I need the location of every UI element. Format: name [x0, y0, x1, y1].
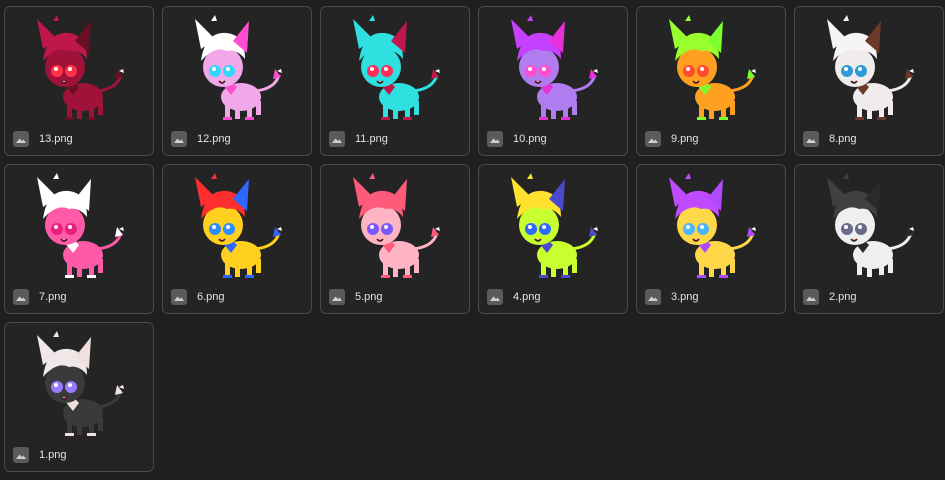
- file-footer: 11.png: [329, 131, 388, 147]
- file-footer: 12.png: [171, 131, 231, 147]
- image-file-icon: [645, 131, 661, 147]
- file-grid: 13.png 12.png 11.png 10.png 9.png 8.png …: [4, 6, 944, 472]
- file-footer: 13.png: [13, 131, 73, 147]
- file-tile[interactable]: 7.png: [4, 164, 154, 314]
- image-file-icon: [329, 289, 345, 305]
- file-footer: 10.png: [487, 131, 547, 147]
- file-tile[interactable]: 4.png: [478, 164, 628, 314]
- image-thumbnail: [13, 325, 147, 441]
- file-name: 12.png: [197, 133, 231, 145]
- image-thumbnail: [645, 167, 779, 283]
- image-thumbnail: [645, 9, 779, 125]
- file-tile[interactable]: 12.png: [162, 6, 312, 156]
- image-thumbnail: [13, 9, 147, 125]
- file-tile[interactable]: 9.png: [636, 6, 786, 156]
- image-file-icon: [171, 289, 187, 305]
- file-tile[interactable]: 11.png: [320, 6, 470, 156]
- image-file-icon: [329, 131, 345, 147]
- image-thumbnail: [171, 9, 305, 125]
- file-name: 9.png: [671, 133, 699, 145]
- file-footer: 4.png: [487, 289, 541, 305]
- image-thumbnail: [329, 9, 463, 125]
- image-file-icon: [803, 131, 819, 147]
- image-thumbnail: [13, 167, 147, 283]
- file-tile[interactable]: 10.png: [478, 6, 628, 156]
- file-footer: 9.png: [645, 131, 699, 147]
- file-name: 7.png: [39, 291, 67, 303]
- file-footer: 1.png: [13, 447, 67, 463]
- image-thumbnail: [803, 9, 937, 125]
- image-file-icon: [13, 447, 29, 463]
- image-file-icon: [13, 131, 29, 147]
- image-thumbnail: [803, 167, 937, 283]
- image-file-icon: [487, 131, 503, 147]
- file-name: 3.png: [671, 291, 699, 303]
- file-footer: 8.png: [803, 131, 857, 147]
- file-name: 10.png: [513, 133, 547, 145]
- image-file-icon: [803, 289, 819, 305]
- file-tile[interactable]: 13.png: [4, 6, 154, 156]
- file-footer: 3.png: [645, 289, 699, 305]
- file-footer: 7.png: [13, 289, 67, 305]
- file-tile[interactable]: 3.png: [636, 164, 786, 314]
- file-name: 13.png: [39, 133, 73, 145]
- file-footer: 5.png: [329, 289, 383, 305]
- file-tile[interactable]: 1.png: [4, 322, 154, 472]
- file-name: 11.png: [355, 133, 388, 145]
- image-thumbnail: [171, 167, 305, 283]
- file-footer: 2.png: [803, 289, 857, 305]
- image-file-icon: [13, 289, 29, 305]
- image-file-icon: [645, 289, 661, 305]
- file-name: 4.png: [513, 291, 541, 303]
- image-thumbnail: [487, 9, 621, 125]
- image-file-icon: [487, 289, 503, 305]
- file-tile[interactable]: 6.png: [162, 164, 312, 314]
- file-name: 2.png: [829, 291, 857, 303]
- image-thumbnail: [487, 167, 621, 283]
- image-thumbnail: [329, 167, 463, 283]
- file-footer: 6.png: [171, 289, 225, 305]
- file-tile[interactable]: 5.png: [320, 164, 470, 314]
- file-name: 5.png: [355, 291, 383, 303]
- image-file-icon: [171, 131, 187, 147]
- file-name: 1.png: [39, 449, 67, 461]
- file-name: 8.png: [829, 133, 857, 145]
- file-tile[interactable]: 2.png: [794, 164, 944, 314]
- file-tile[interactable]: 8.png: [794, 6, 944, 156]
- file-name: 6.png: [197, 291, 225, 303]
